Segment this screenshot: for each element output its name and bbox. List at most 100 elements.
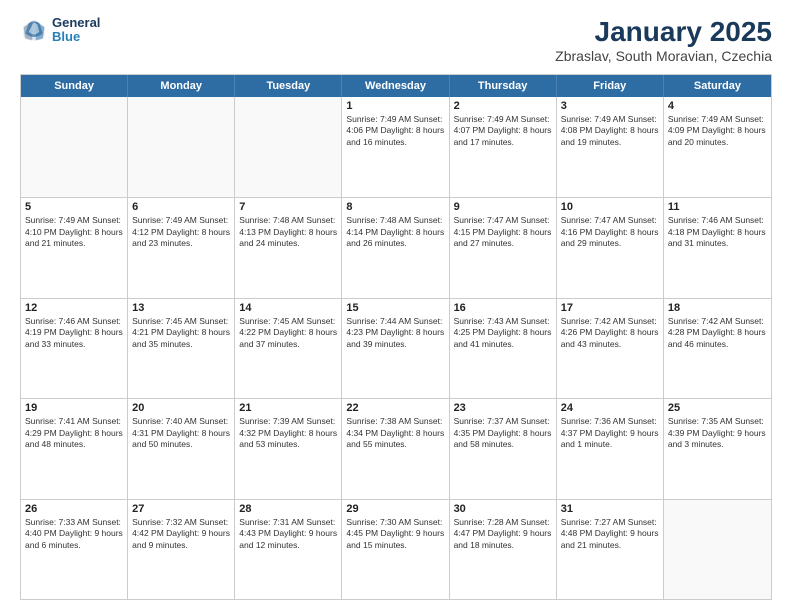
calendar-cell: 7Sunrise: 7:48 AM Sunset: 4:13 PM Daylig…	[235, 198, 342, 297]
weekday-header: Tuesday	[235, 75, 342, 97]
calendar-cell: 30 Sunrise: 7:28 AM Sunset: 4:47 PM Dayli…	[450, 500, 557, 599]
page: General Blue January 2025 Zbraslav, Sout…	[0, 0, 792, 612]
calendar-subtitle: Zbraslav, South Moravian, Czechia	[555, 48, 772, 64]
day-number: 20	[132, 402, 230, 414]
day-info: Sunrise: 7:49 AM Sunset: 4:07 PM Dayligh…	[454, 114, 552, 148]
day-info: Sunrise: 7:45 AM Sunset: 4:22 PM Dayligh…	[239, 316, 337, 350]
calendar-row: 19 Sunrise: 7:41 AM Sunset: 4:29 PM Dayli…	[21, 398, 771, 498]
day-number: 25	[668, 402, 767, 414]
day-info: Sunrise: 7:31 AM Sunset: 4:43 PM Dayligh…	[239, 517, 337, 551]
day-number: 14	[239, 302, 337, 314]
day-info: Sunrise: 7:32 AM Sunset: 4:42 PM Dayligh…	[132, 517, 230, 551]
day-info: Sunrise: 7:47 AM Sunset: 4:16 PM Dayligh…	[561, 215, 659, 249]
day-info: Sunrise: 7:28 AM Sunset: 4:47 PM Dayligh…	[454, 517, 552, 551]
day-number: 30	[454, 503, 552, 515]
calendar-row: 26Sunrise: 7:33 AM Sunset: 4:40 PM Dayli…	[21, 499, 771, 599]
day-info: Sunrise: 7:44 AM Sunset: 4:23 PM Dayligh…	[346, 316, 444, 350]
day-info: Sunrise: 7:41 AM Sunset: 4:29 PM Dayligh…	[25, 416, 123, 450]
day-number: 9	[454, 201, 552, 213]
logo-icon	[20, 16, 48, 44]
calendar-row: 5Sunrise: 7:49 AM Sunset: 4:10 PM Daylig…	[21, 197, 771, 297]
logo-line1: General	[52, 16, 100, 30]
calendar: SundayMondayTuesdayWednesdayThursdayFrid…	[20, 74, 772, 600]
day-number: 18	[668, 302, 767, 314]
calendar-cell: 15 Sunrise: 7:44 AM Sunset: 4:23 PM Dayli…	[342, 299, 449, 398]
day-number: 11	[668, 201, 767, 213]
calendar-cell: 31Sunrise: 7:27 AM Sunset: 4:48 PM Dayli…	[557, 500, 664, 599]
day-info: Sunrise: 7:33 AM Sunset: 4:40 PM Dayligh…	[25, 517, 123, 551]
calendar-title: January 2025	[555, 16, 772, 48]
day-number: 10	[561, 201, 659, 213]
day-number: 8	[346, 201, 444, 213]
day-number: 4	[668, 100, 767, 112]
calendar-cell: 26Sunrise: 7:33 AM Sunset: 4:40 PM Dayli…	[21, 500, 128, 599]
calendar-grid: 1Sunrise: 7:49 AM Sunset: 4:06 PM Daylig…	[21, 97, 771, 599]
day-number: 5	[25, 201, 123, 213]
day-number: 16	[454, 302, 552, 314]
weekday-header: Saturday	[664, 75, 771, 97]
logo-line2: Blue	[52, 30, 100, 44]
calendar-cell: 6Sunrise: 7:49 AM Sunset: 4:12 PM Daylig…	[128, 198, 235, 297]
calendar-cell: 11Sunrise: 7:46 AM Sunset: 4:18 PM Dayli…	[664, 198, 771, 297]
day-number: 15	[346, 302, 444, 314]
calendar-cell: 17Sunrise: 7:42 AM Sunset: 4:26 PM Dayli…	[557, 299, 664, 398]
logo: General Blue	[20, 16, 100, 45]
calendar-cell: 14 Sunrise: 7:45 AM Sunset: 4:22 PM Dayli…	[235, 299, 342, 398]
calendar-cell: 2 Sunrise: 7:49 AM Sunset: 4:07 PM Daylig…	[450, 97, 557, 197]
calendar-cell: 18 Sunrise: 7:42 AM Sunset: 4:28 PM Dayli…	[664, 299, 771, 398]
calendar-cell	[128, 97, 235, 197]
day-number: 24	[561, 402, 659, 414]
calendar-cell: 3Sunrise: 7:49 AM Sunset: 4:08 PM Daylig…	[557, 97, 664, 197]
calendar-cell: 9 Sunrise: 7:47 AM Sunset: 4:15 PM Daylig…	[450, 198, 557, 297]
calendar-cell: 1Sunrise: 7:49 AM Sunset: 4:06 PM Daylig…	[342, 97, 449, 197]
weekday-header: Thursday	[450, 75, 557, 97]
day-info: Sunrise: 7:42 AM Sunset: 4:26 PM Dayligh…	[561, 316, 659, 350]
calendar-row: 12 Sunrise: 7:46 AM Sunset: 4:19 PM Dayli…	[21, 298, 771, 398]
day-info: Sunrise: 7:48 AM Sunset: 4:14 PM Dayligh…	[346, 215, 444, 249]
calendar-cell: 25 Sunrise: 7:35 AM Sunset: 4:39 PM Dayli…	[664, 399, 771, 498]
day-number: 2	[454, 100, 552, 112]
day-number: 29	[346, 503, 444, 515]
day-number: 13	[132, 302, 230, 314]
day-info: Sunrise: 7:39 AM Sunset: 4:32 PM Dayligh…	[239, 416, 337, 450]
day-info: Sunrise: 7:47 AM Sunset: 4:15 PM Dayligh…	[454, 215, 552, 249]
calendar-cell: 16 Sunrise: 7:43 AM Sunset: 4:25 PM Dayli…	[450, 299, 557, 398]
day-number: 7	[239, 201, 337, 213]
calendar-cell: 21Sunrise: 7:39 AM Sunset: 4:32 PM Dayli…	[235, 399, 342, 498]
day-info: Sunrise: 7:36 AM Sunset: 4:37 PM Dayligh…	[561, 416, 659, 450]
day-info: Sunrise: 7:30 AM Sunset: 4:45 PM Dayligh…	[346, 517, 444, 551]
title-block: January 2025 Zbraslav, South Moravian, C…	[555, 16, 772, 64]
calendar-cell: 19 Sunrise: 7:41 AM Sunset: 4:29 PM Dayli…	[21, 399, 128, 498]
day-info: Sunrise: 7:46 AM Sunset: 4:19 PM Dayligh…	[25, 316, 123, 350]
calendar-cell: 22Sunrise: 7:38 AM Sunset: 4:34 PM Dayli…	[342, 399, 449, 498]
calendar-cell: 5Sunrise: 7:49 AM Sunset: 4:10 PM Daylig…	[21, 198, 128, 297]
logo-text: General Blue	[52, 16, 100, 45]
weekday-header: Friday	[557, 75, 664, 97]
calendar-cell	[235, 97, 342, 197]
calendar-cell: 12 Sunrise: 7:46 AM Sunset: 4:19 PM Dayli…	[21, 299, 128, 398]
weekday-header: Wednesday	[342, 75, 449, 97]
calendar-cell: 23Sunrise: 7:37 AM Sunset: 4:35 PM Dayli…	[450, 399, 557, 498]
day-number: 28	[239, 503, 337, 515]
day-number: 12	[25, 302, 123, 314]
day-info: Sunrise: 7:35 AM Sunset: 4:39 PM Dayligh…	[668, 416, 767, 450]
calendar-cell: 27 Sunrise: 7:32 AM Sunset: 4:42 PM Dayli…	[128, 500, 235, 599]
calendar-header: SundayMondayTuesdayWednesdayThursdayFrid…	[21, 75, 771, 97]
day-info: Sunrise: 7:49 AM Sunset: 4:12 PM Dayligh…	[132, 215, 230, 249]
day-number: 19	[25, 402, 123, 414]
header: General Blue January 2025 Zbraslav, Sout…	[20, 16, 772, 64]
day-info: Sunrise: 7:49 AM Sunset: 4:09 PM Dayligh…	[668, 114, 767, 148]
calendar-cell: 20Sunrise: 7:40 AM Sunset: 4:31 PM Dayli…	[128, 399, 235, 498]
calendar-cell	[21, 97, 128, 197]
day-number: 1	[346, 100, 444, 112]
weekday-header: Sunday	[21, 75, 128, 97]
day-info: Sunrise: 7:45 AM Sunset: 4:21 PM Dayligh…	[132, 316, 230, 350]
day-number: 27	[132, 503, 230, 515]
day-info: Sunrise: 7:42 AM Sunset: 4:28 PM Dayligh…	[668, 316, 767, 350]
day-info: Sunrise: 7:43 AM Sunset: 4:25 PM Dayligh…	[454, 316, 552, 350]
calendar-cell: 13 Sunrise: 7:45 AM Sunset: 4:21 PM Dayli…	[128, 299, 235, 398]
calendar-cell: 8 Sunrise: 7:48 AM Sunset: 4:14 PM Daylig…	[342, 198, 449, 297]
day-info: Sunrise: 7:37 AM Sunset: 4:35 PM Dayligh…	[454, 416, 552, 450]
calendar-cell: 24 Sunrise: 7:36 AM Sunset: 4:37 PM Dayli…	[557, 399, 664, 498]
day-info: Sunrise: 7:38 AM Sunset: 4:34 PM Dayligh…	[346, 416, 444, 450]
